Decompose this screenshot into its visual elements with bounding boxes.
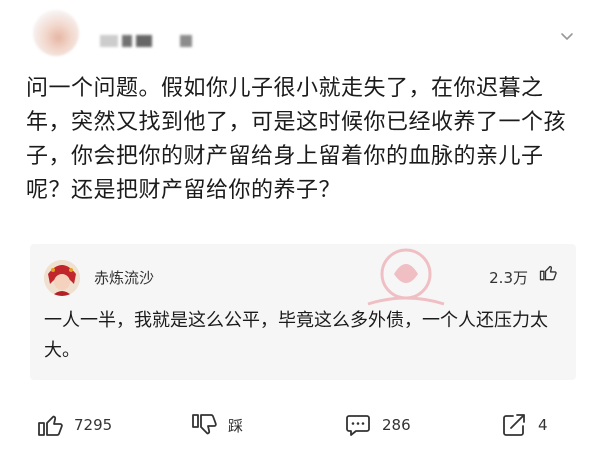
share-button[interactable]: 4 <box>500 408 548 442</box>
post-page: 问一个问题。假如你儿子很小就走失了，在你迟暮之年，突然又找到他了，可是这时候你已… <box>0 0 600 462</box>
chevron-down-icon[interactable] <box>560 30 574 44</box>
question-text: 问一个问题。假如你儿子很小就走失了，在你迟暮之年，突然又找到他了，可是这时候你已… <box>26 76 567 203</box>
share-icon <box>503 414 525 436</box>
thumbs-up-icon[interactable] <box>538 263 558 283</box>
like-button[interactable]: 7295 <box>36 408 112 442</box>
dislike-label: 踩 <box>228 416 244 435</box>
post-header <box>0 0 600 70</box>
like-count: 7295 <box>74 416 113 434</box>
dislike-button[interactable]: 踩 <box>190 408 243 442</box>
thumbs-down-icon <box>192 414 217 435</box>
comment-button[interactable]: 286 <box>344 408 411 442</box>
thumbs-up-icon <box>38 415 63 436</box>
commenter-avatar[interactable] <box>44 260 80 296</box>
comment-icon <box>346 415 370 436</box>
watermark-logo <box>367 248 445 306</box>
comment-like-count: 2.3万 <box>489 269 528 287</box>
post-action-bar: 7295 踩 286 4 <box>0 400 600 450</box>
comment-text: 一人一半，我就是这么公平，毕竟这么多外债，一个人还压力太大。 <box>44 310 548 361</box>
author-name-redacted[interactable] <box>100 33 192 49</box>
top-comment-card[interactable]: 赤炼流沙 2.3万 一人一半，我就是这么公平，毕竟这么多外债，一个人还压力太大。 <box>30 244 576 380</box>
share-count: 4 <box>538 416 548 434</box>
commenter-username[interactable]: 赤炼流沙 <box>94 267 154 288</box>
author-avatar[interactable] <box>33 10 79 56</box>
comment-count: 286 <box>382 416 411 434</box>
